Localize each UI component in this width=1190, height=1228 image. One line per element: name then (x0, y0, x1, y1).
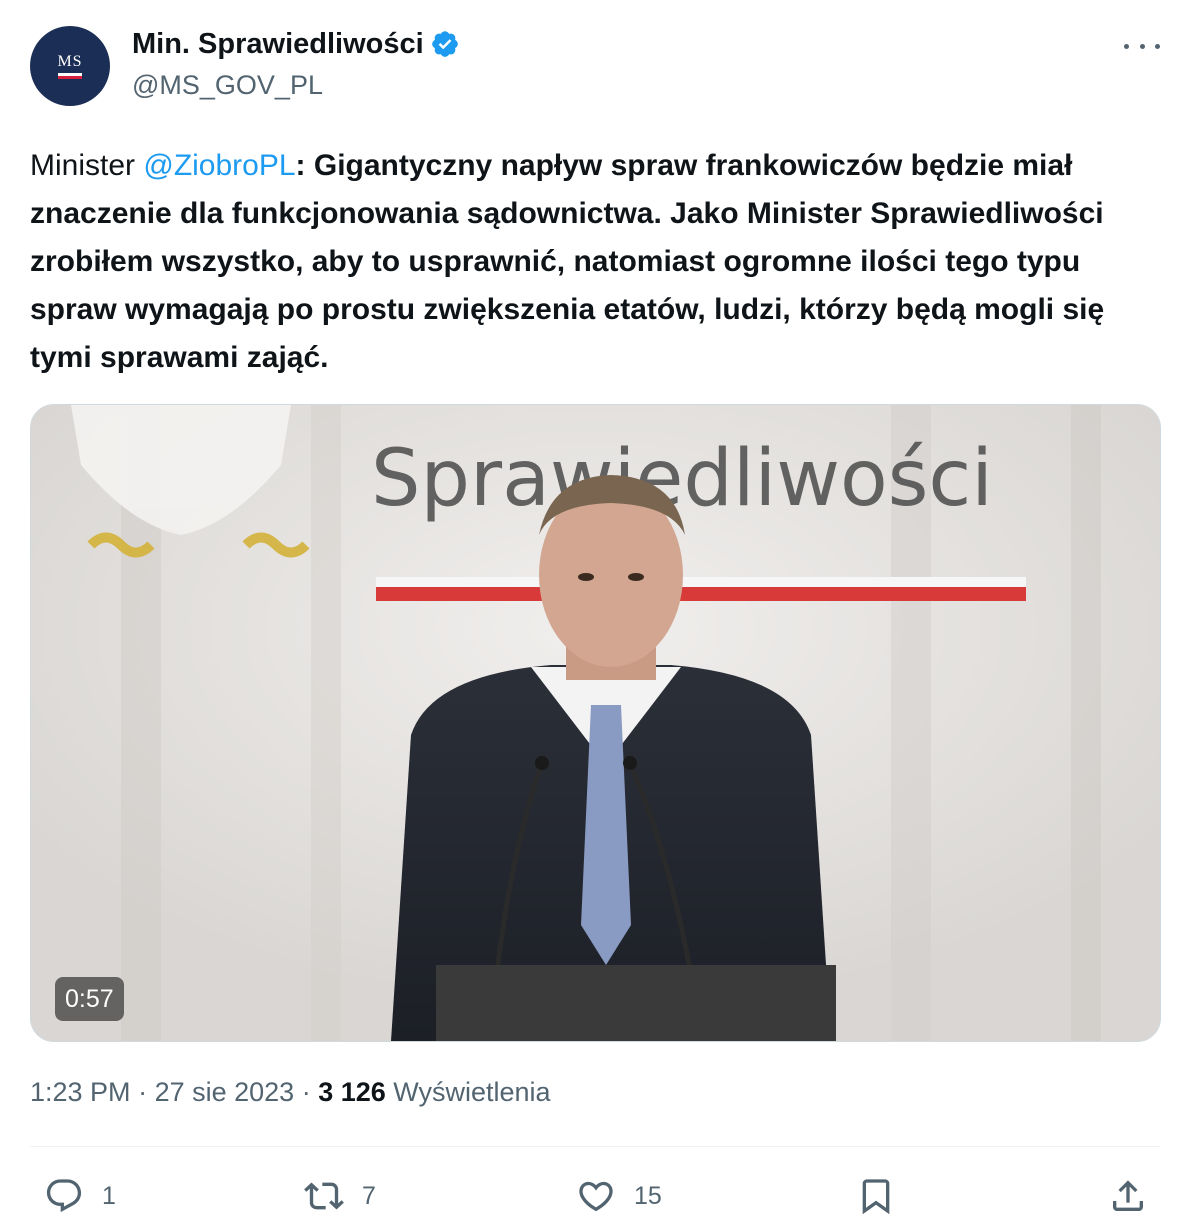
tweet-date[interactable]: 27 sie 2023 (155, 1077, 295, 1107)
retweet-count: 7 (362, 1181, 376, 1210)
divider (30, 1146, 1160, 1147)
tweet-time[interactable]: 1:23 PM (30, 1077, 131, 1107)
meta-separator: · (130, 1077, 155, 1107)
meta-separator: · (294, 1077, 319, 1107)
bookmark-button[interactable] (856, 1168, 896, 1224)
reply-button[interactable]: 1 (44, 1168, 116, 1224)
retweet-icon (304, 1182, 344, 1210)
tweet-text-prefix: Minister (30, 149, 144, 182)
backdrop-text: Sprawiedliwości (371, 434, 993, 524)
account-handle[interactable]: @MS_GOV_PL (132, 68, 323, 102)
avatar-text: MS (57, 52, 83, 70)
heart-icon (579, 1181, 613, 1212)
display-name[interactable]: Min. Sprawiedliwości (132, 26, 424, 62)
more-options-icon[interactable] (1124, 34, 1160, 58)
views-count[interactable]: 3 126 (318, 1077, 386, 1107)
like-count: 15 (634, 1181, 662, 1210)
tweet-card: MS Min. Sprawiedliwości @MS_GOV_PL Minis… (0, 0, 1190, 1228)
verified-badge-icon[interactable] (430, 29, 460, 59)
reply-icon (46, 1179, 82, 1213)
mention-link[interactable]: @ZiobroPL (143, 149, 295, 182)
video-duration: 0:57 (55, 977, 124, 1021)
retweet-button[interactable]: 7 (304, 1168, 376, 1224)
reply-count: 1 (102, 1181, 116, 1210)
share-button[interactable] (1108, 1168, 1148, 1224)
action-bar: 1 7 15 (0, 1168, 1190, 1224)
video-player[interactable]: Sprawiedliwości 0:57 (30, 404, 1161, 1042)
avatar[interactable]: MS (30, 26, 110, 106)
bookmark-icon (862, 1179, 890, 1215)
account-name-row: Min. Sprawiedliwości (132, 26, 460, 62)
tweet-text: Minister @ZiobroPL: Gigantyczny napływ s… (30, 142, 1160, 382)
like-button[interactable]: 15 (576, 1168, 662, 1224)
tweet-text-body: : Gigantyczny napływ spraw frankowiczów … (30, 149, 1105, 374)
views-label: Wyświetlenia (385, 1077, 551, 1107)
video-frame: Sprawiedliwości (31, 405, 1160, 1041)
avatar-flag-icon (58, 72, 82, 79)
tweet-meta: 1:23 PM · 27 sie 2023 · 3 126 Wyświetlen… (30, 1074, 551, 1110)
share-icon (1113, 1180, 1143, 1211)
